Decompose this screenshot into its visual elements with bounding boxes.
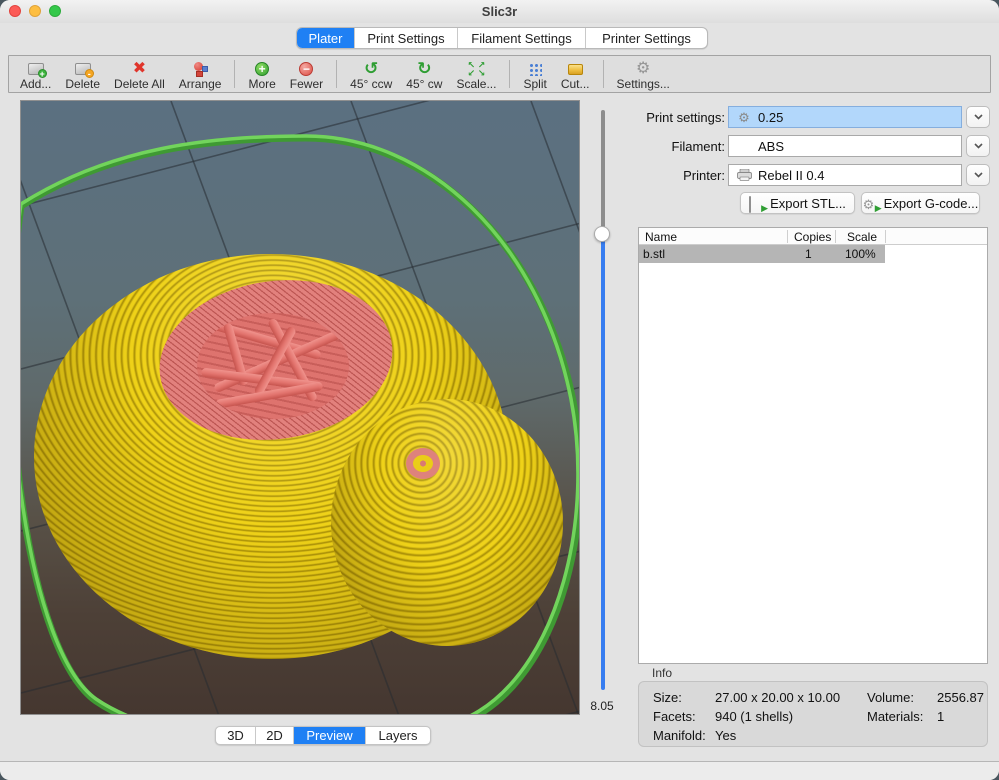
main-tab-bar: Plater Print Settings Filament Settings … — [296, 27, 708, 49]
tab-preview[interactable]: Preview — [294, 727, 366, 744]
facets-label: Facets: — [653, 709, 715, 724]
manifold-value: Yes — [715, 728, 736, 743]
cut-cube-icon — [568, 64, 583, 75]
rotate-ccw-icon: ↺ — [364, 61, 378, 77]
fewer-button[interactable]: − Fewer — [283, 57, 330, 91]
tab-printer-settings[interactable]: Printer Settings — [586, 28, 707, 48]
layer-slider-track[interactable] — [601, 110, 605, 234]
export-stl-icon: ▶ — [749, 197, 765, 210]
delete-box-minus-icon: - — [75, 63, 91, 75]
filament-combo[interactable]: ABS — [728, 135, 962, 157]
gear-icon: ⚙ — [738, 111, 750, 124]
arrange-objects-icon — [192, 62, 208, 77]
small-dome-top-infill — [406, 448, 440, 479]
layer-slider-thumb[interactable] — [594, 226, 610, 242]
export-stl-button[interactable]: ▶ Export STL... — [740, 192, 855, 214]
printer-icon — [737, 169, 752, 181]
model-small-dome[interactable] — [331, 399, 563, 646]
add-box-plus-icon: + — [28, 63, 44, 75]
materials-label: Materials: — [867, 709, 931, 724]
print-settings-dropdown-button[interactable] — [966, 106, 990, 128]
red-x-icon: ✖ — [133, 61, 146, 77]
info-section-title: Info — [652, 666, 672, 680]
cut-button[interactable]: Cut... — [554, 57, 597, 91]
delete-button[interactable]: - Delete — [58, 57, 107, 91]
more-button[interactable]: + More — [241, 57, 282, 91]
preview-3d-canvas[interactable] — [20, 100, 580, 715]
split-button[interactable]: Split — [516, 57, 553, 91]
print-settings-label: Print settings: — [640, 110, 725, 125]
app-window: Slic3r Plater Print Settings Filament Se… — [0, 0, 999, 780]
printer-label: Printer: — [640, 168, 725, 183]
red-minus-circle-icon: − — [299, 62, 313, 76]
volume-label: Volume: — [867, 690, 931, 705]
filament-dropdown-button[interactable] — [966, 135, 990, 157]
tab-2d[interactable]: 2D — [256, 727, 294, 744]
toolbar: + Add... - Delete ✖ Delete All Arrange +… — [8, 55, 991, 93]
export-gcode-icon: ⚙▶ — [863, 197, 879, 210]
rotate-cw-button[interactable]: ↻ 45° cw — [399, 57, 449, 91]
window-title: Slic3r — [0, 4, 999, 19]
tab-layers[interactable]: Layers — [366, 727, 430, 744]
print-settings-value: 0.25 — [758, 110, 783, 125]
plate-objects-table: Name Copies Scale b.stl 1 100% — [638, 227, 988, 664]
tab-3d[interactable]: 3D — [216, 727, 256, 744]
view-mode-tab-bar: 3D 2D Preview Layers — [215, 726, 431, 745]
layer-slider-track-filled[interactable] — [601, 234, 605, 690]
delete-all-button[interactable]: ✖ Delete All — [107, 57, 172, 91]
toolbar-separator — [509, 60, 510, 88]
printer-value: Rebel II 0.4 — [758, 168, 825, 183]
materials-value: 1 — [937, 709, 944, 724]
titlebar[interactable]: Slic3r — [0, 0, 999, 23]
scale-button[interactable]: ↖ ↗↙ ↘ Scale... — [449, 57, 503, 91]
settings-button[interactable]: ⚙ Settings... — [610, 57, 677, 91]
gear-icon: ⚙ — [636, 61, 650, 77]
printer-dropdown-button[interactable] — [966, 164, 990, 186]
tab-filament-settings[interactable]: Filament Settings — [458, 28, 586, 48]
info-box: Size: 27.00 x 20.00 x 10.00 Volume: 2556… — [638, 681, 988, 747]
chevron-down-icon — [974, 143, 983, 149]
object-name: b.stl — [643, 247, 665, 261]
toolbar-separator — [603, 60, 604, 88]
toolbar-separator — [336, 60, 337, 88]
window-bottom-strip — [0, 762, 999, 780]
arrange-button[interactable]: Arrange — [172, 57, 229, 91]
size-value: 27.00 x 20.00 x 10.00 — [715, 690, 867, 705]
printer-combo[interactable]: Rebel II 0.4 — [728, 164, 962, 186]
split-dots-icon — [529, 63, 542, 76]
table-header-row: Name Copies Scale — [639, 228, 987, 245]
object-copies: 1 — [805, 247, 812, 261]
chevron-down-icon — [974, 114, 983, 120]
rotate-cw-icon: ↻ — [417, 61, 431, 77]
toolbar-separator — [234, 60, 235, 88]
column-header-name[interactable]: Name — [645, 230, 677, 244]
export-gcode-button[interactable]: ⚙▶ Export G-code... — [861, 192, 980, 214]
object-scale: 100% — [845, 247, 876, 261]
column-header-scale[interactable]: Scale — [847, 230, 877, 244]
tab-plater[interactable]: Plater — [297, 28, 355, 48]
rotate-ccw-button[interactable]: ↺ 45° ccw — [343, 57, 399, 91]
filament-value: ABS — [758, 139, 784, 154]
chevron-down-icon — [974, 172, 983, 178]
manifold-label: Manifold: — [653, 728, 715, 743]
volume-value: 2556.87 — [937, 690, 984, 705]
print-settings-combo[interactable]: ⚙ 0.25 — [728, 106, 962, 128]
table-row[interactable]: b.stl 1 100% — [639, 245, 885, 263]
size-label: Size: — [653, 690, 715, 705]
column-header-copies[interactable]: Copies — [794, 230, 831, 244]
green-plus-circle-icon: + — [255, 62, 269, 76]
add-button[interactable]: + Add... — [13, 57, 58, 91]
tab-print-settings[interactable]: Print Settings — [355, 28, 458, 48]
dome-shading — [331, 399, 563, 646]
filament-label: Filament: — [640, 139, 725, 154]
layer-height-value: 8.05 — [580, 699, 624, 713]
bridge-infill-zone — [197, 313, 349, 419]
scale-arrows-icon: ↖ ↗↙ ↘ — [468, 61, 486, 77]
facets-value: 940 (1 shells) — [715, 709, 867, 724]
